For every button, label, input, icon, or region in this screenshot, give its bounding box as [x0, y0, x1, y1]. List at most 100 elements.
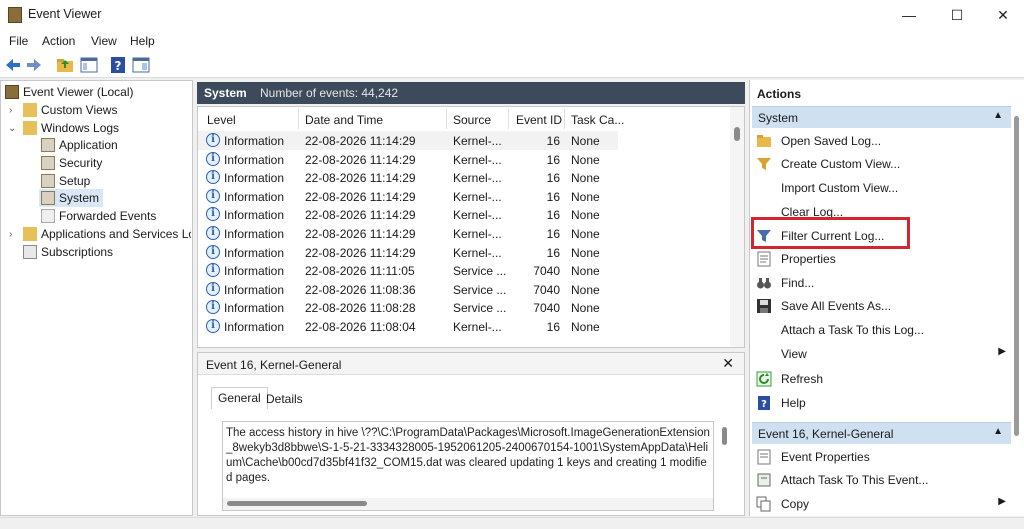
column-event-id[interactable]: Event ID: [516, 113, 562, 127]
action-copy[interactable]: Copy ▶: [756, 493, 1008, 515]
cell-source: Service ...: [453, 301, 507, 316]
back-arrow-icon[interactable]: [4, 56, 22, 74]
column-level[interactable]: Level: [207, 113, 236, 127]
close-button[interactable]: ✕: [980, 0, 1024, 30]
actions-section-event[interactable]: Event 16, Kernel-General ▲: [752, 422, 1011, 444]
action-open-saved-log[interactable]: Open Saved Log...: [756, 130, 1008, 152]
action-refresh[interactable]: Refresh: [756, 368, 1008, 390]
cell-task-category: None: [571, 152, 600, 167]
tree-subscriptions[interactable]: Subscriptions: [23, 243, 113, 261]
cell-date-time: 22-08-2026 11:14:29: [305, 171, 416, 186]
action-event-properties[interactable]: Event Properties: [756, 446, 1008, 468]
cell-event-id: 7040: [533, 264, 560, 279]
maximize-button[interactable]: ☐: [934, 0, 980, 30]
column-divider[interactable]: [446, 109, 447, 129]
action-label: Event Properties: [781, 450, 870, 464]
action-create-custom-view[interactable]: Create Custom View...: [756, 153, 1008, 175]
action-label: Refresh: [781, 372, 824, 386]
window-title: Event Viewer: [28, 7, 102, 21]
folder-up-icon[interactable]: [56, 56, 74, 74]
events-vertical-scrollbar[interactable]: [730, 107, 744, 347]
table-row[interactable]: i Information 22-08-2026 11:11:05 Service .…: [198, 261, 618, 280]
scrollbar-thumb[interactable]: [734, 127, 740, 141]
tree-custom-views[interactable]: Custom Views: [23, 101, 117, 119]
save-disk-icon: [757, 299, 771, 313]
center-pane: System Number of events: 44,242 Level Da…: [197, 80, 745, 516]
detail-close-icon[interactable]: ✕: [722, 355, 734, 372]
expand-chevron-icon[interactable]: ›: [9, 229, 12, 240]
column-divider[interactable]: [564, 109, 565, 129]
column-source[interactable]: Source: [453, 113, 491, 127]
table-row[interactable]: i Information 22-08-2026 11:14:29 Kernel-..…: [198, 168, 618, 187]
description-vertical-scrollbar[interactable]: [720, 421, 730, 511]
toolbar: ?: [0, 52, 1024, 78]
table-row[interactable]: i Information 22-08-2026 11:08:28 Service .…: [198, 298, 618, 317]
table-row[interactable]: i Information 22-08-2026 11:08:04 Kernel-..…: [198, 317, 618, 336]
tree-forwarded-events[interactable]: Forwarded Events: [41, 207, 156, 225]
action-find[interactable]: Find...: [756, 272, 1008, 294]
action-import-custom-view[interactable]: Import Custom View...: [756, 177, 1008, 199]
action-attach-task-log[interactable]: Attach a Task To this Log...: [756, 319, 1008, 341]
table-row[interactable]: i Information 22-08-2026 11:08:36 Service .…: [198, 280, 618, 299]
attach-task-icon: [757, 473, 771, 487]
minimize-button[interactable]: —: [886, 0, 932, 30]
tree-system-selected[interactable]: System: [39, 189, 104, 207]
cell-level: Information: [224, 264, 285, 279]
cell-source: Service ...: [453, 282, 507, 297]
action-attach-task-event[interactable]: Attach Task To This Event...: [756, 469, 1008, 491]
forward-arrow-icon[interactable]: [25, 56, 43, 74]
table-row[interactable]: i Information 22-08-2026 11:14:29 Kernel-..…: [198, 187, 618, 206]
event-description[interactable]: The access history in hive \??\C:\Progra…: [222, 421, 714, 511]
tree-windows-logs[interactable]: Windows Logs: [23, 119, 119, 137]
table-row[interactable]: i Information 22-08-2026 11:14:29 Kernel-..…: [198, 150, 618, 169]
tree-setup[interactable]: Setup: [41, 172, 90, 190]
menu-help[interactable]: Help: [130, 34, 155, 48]
collapse-chevron-icon[interactable]: ⌄: [8, 123, 16, 134]
column-date-time[interactable]: Date and Time: [305, 113, 383, 127]
scrollbar-thumb[interactable]: [1014, 116, 1019, 436]
event-properties-icon: [757, 449, 771, 465]
information-icon: i: [206, 151, 220, 166]
table-row[interactable]: i Information 22-08-2026 11:14:29 Kernel-..…: [198, 205, 618, 224]
collapse-up-icon[interactable]: ▲: [993, 426, 1003, 437]
action-label: Open Saved Log...: [781, 134, 882, 148]
console-tree-icon[interactable]: [80, 56, 98, 74]
event-viewer-app-icon: [8, 7, 22, 23]
action-properties[interactable]: Properties: [756, 248, 1008, 270]
action-help[interactable]: ? Help: [756, 392, 1008, 414]
actions-vertical-scrollbar[interactable]: [1013, 106, 1021, 516]
table-row[interactable]: i Information 22-08-2026 11:14:29 Kernel-..…: [198, 243, 618, 262]
action-save-all-events[interactable]: Save All Events As...: [756, 295, 1008, 317]
table-row[interactable]: i Information 22-08-2026 11:14:29 Kernel-..…: [198, 224, 618, 243]
show-action-pane-icon[interactable]: [132, 56, 150, 74]
tree-application[interactable]: Application: [41, 136, 118, 154]
actions-section-system[interactable]: System ▲: [752, 106, 1011, 128]
menu-action[interactable]: Action: [42, 34, 75, 48]
column-task-category[interactable]: Task Ca...: [571, 113, 624, 127]
table-row[interactable]: i Information 22-08-2026 11:14:29 Kernel-..…: [198, 131, 618, 150]
menu-file[interactable]: File: [9, 34, 28, 48]
menu-view[interactable]: View: [91, 34, 117, 48]
event-detail-pane: Event 16, Kernel-General ✕ General Detai…: [197, 352, 745, 516]
tree-event-viewer-local[interactable]: Event Viewer (Local): [5, 83, 134, 101]
column-divider[interactable]: [298, 109, 299, 129]
action-label: Attach a Task To this Log...: [781, 323, 924, 337]
log-icon: [41, 138, 55, 152]
tree-applications-services-logs[interactable]: Applications and Services Logs: [23, 225, 191, 243]
scrollbar-thumb[interactable]: [227, 501, 367, 506]
help-icon[interactable]: ?: [109, 56, 127, 74]
action-view[interactable]: View ▶: [756, 343, 1008, 365]
cell-date-time: 22-08-2026 11:11:05: [305, 264, 415, 279]
description-horizontal-scrollbar[interactable]: [223, 498, 713, 510]
log-name: System: [204, 86, 247, 100]
expand-chevron-icon[interactable]: ›: [9, 105, 12, 116]
tab-details[interactable]: Details: [260, 389, 309, 411]
scrollbar-thumb[interactable]: [722, 427, 727, 445]
column-divider[interactable]: [508, 109, 509, 129]
cell-level: Information: [224, 189, 285, 204]
action-label: Properties: [781, 252, 836, 266]
description-text: The access history in hive \??\C:\Progra…: [226, 427, 710, 484]
tree-security[interactable]: Security: [41, 154, 102, 172]
collapse-up-icon[interactable]: ▲: [993, 110, 1003, 121]
action-label: Import Custom View...: [781, 181, 899, 195]
